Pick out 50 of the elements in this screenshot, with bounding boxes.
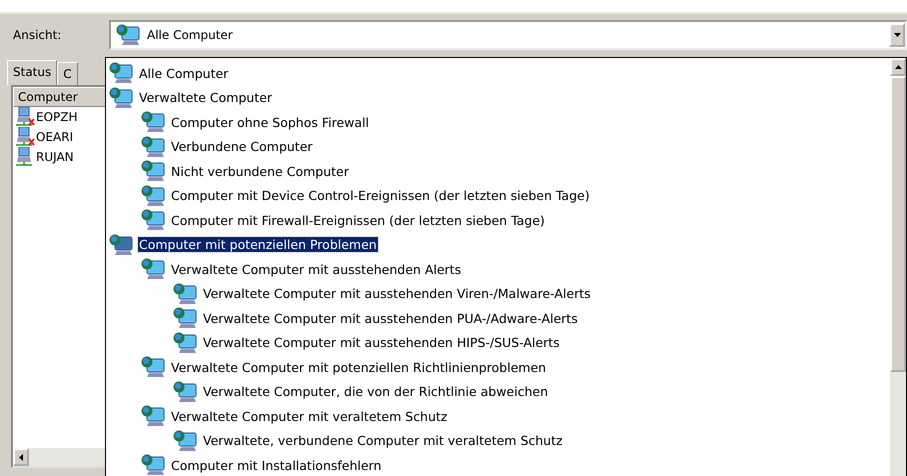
- computer-name[interactable]: OEARI: [36, 130, 74, 144]
- view-dropdown[interactable]: Alle Computer: [109, 20, 907, 50]
- computer-globe-icon: [115, 24, 141, 46]
- arrow-icon: [894, 33, 900, 37]
- dropdown-option[interactable]: Verwaltete Computer mit ausstehenden PUA-/Adware-Alerts: [202, 310, 579, 326]
- dropdown-option[interactable]: Computer mit Firewall-Ereignissen (der letzten sieben Tage): [170, 212, 546, 228]
- view-value: Alle Computer: [147, 28, 234, 42]
- arrow-icon: [19, 454, 23, 460]
- computer-globe-icon: [108, 86, 134, 109]
- computer-globe-icon: [172, 307, 198, 330]
- computer-globe-icon: [140, 454, 166, 476]
- computer-globe-icon: [108, 62, 134, 84]
- dropdown-option[interactable]: Verwaltete, verbundene Computer mit veraltetem Schutz: [202, 433, 564, 448]
- computer-globe-icon: [140, 160, 166, 182]
- dropdown-option[interactable]: Verwaltete Computer mit veraltetem Schutz: [170, 408, 448, 424]
- computer-name[interactable]: RUJAN: [36, 150, 74, 164]
- computer-globe-icon: [140, 209, 166, 232]
- computer-globe-icon: [172, 332, 198, 354]
- dropdown-option[interactable]: Verwaltete Computer mit ausstehenden Viren-/Malware-Alerts: [202, 286, 592, 302]
- scroll-left-button[interactable]: [13, 448, 29, 466]
- dropdown-option[interactable]: Computer ohne Sophos Firewall: [170, 114, 370, 130]
- computer-globe-icon: [140, 136, 166, 158]
- dropdown-option[interactable]: Computer mit potenziellen Problemen: [138, 237, 378, 252]
- dropdown-option[interactable]: Verbundene Computer: [170, 139, 314, 154]
- dropdown-option[interactable]: Verwaltete Computer mit ausstehenden HIPS-/SUS-Alerts: [202, 335, 561, 350]
- dropdown-option[interactable]: Computer mit Installationsfehlern: [170, 458, 382, 473]
- scroll-up-button[interactable]: [890, 58, 906, 76]
- computer-globe-icon: [140, 356, 166, 378]
- arrow-icon: [894, 65, 902, 69]
- computer-globe-icon: [140, 405, 166, 428]
- computer-globe-icon: [172, 430, 198, 452]
- dropdown-option[interactable]: Computer mit Device Control-Ereignissen (der letzten sieben Tage): [170, 188, 591, 204]
- dropdown-option[interactable]: Verwaltete Computer mit potenziellen Richtlinienproblemen: [170, 360, 548, 375]
- dropdown-option[interactable]: Verwaltete Computer mit ausstehenden Alerts: [170, 262, 462, 277]
- scroll-thumb[interactable]: [890, 76, 906, 372]
- computer-globe-icon: [140, 184, 166, 207]
- computer-name[interactable]: EOPZH: [36, 110, 78, 124]
- view-label: Ansicht:: [12, 28, 62, 42]
- tab[interactable]: C: [57, 62, 78, 85]
- dropdown-option[interactable]: Alle Computer: [138, 66, 230, 81]
- computer-globe-icon: [108, 234, 134, 256]
- computer-globe-icon: [172, 282, 198, 305]
- vertical-scrollbar[interactable]: [890, 58, 906, 476]
- dropdown-option[interactable]: Verwaltete Computer, die von der Richtlinie abweichen: [202, 384, 550, 400]
- computer-globe-icon: [172, 380, 198, 403]
- dropdown-button[interactable]: [889, 23, 905, 47]
- computer-globe-icon: [140, 111, 166, 134]
- tab[interactable]: Status: [7, 60, 58, 85]
- dropdown-option[interactable]: Nicht verbundene Computer: [170, 164, 350, 179]
- computer-globe-icon: [140, 258, 166, 280]
